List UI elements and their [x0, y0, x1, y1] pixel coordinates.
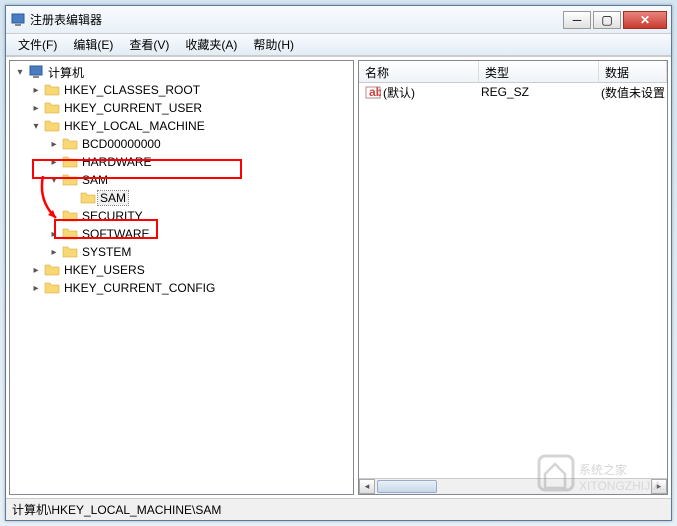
tree-panel[interactable]: ▾ 计算机 ▸ HKEY_CLASSES_ROOT ▸ HKEY_CURRENT… [9, 60, 354, 495]
folder-icon [44, 118, 60, 134]
node-label: HKEY_LOCAL_MACHINE [62, 119, 207, 133]
status-path: 计算机\HKEY_LOCAL_MACHINE\SAM [12, 501, 221, 518]
folder-icon [80, 190, 96, 206]
tree-node-hklm[interactable]: ▾ HKEY_LOCAL_MACHINE [28, 117, 353, 135]
expander-icon[interactable]: ▾ [28, 118, 44, 134]
node-label: HKEY_USERS [62, 263, 147, 277]
node-label: HKEY_CURRENT_CONFIG [62, 281, 217, 295]
node-label: HARDWARE [80, 155, 154, 169]
folder-icon [62, 154, 78, 170]
expander-icon[interactable]: ▾ [46, 172, 62, 188]
expander-icon[interactable]: ▸ [28, 262, 44, 278]
content-area: ▾ 计算机 ▸ HKEY_CLASSES_ROOT ▸ HKEY_CURRENT… [6, 56, 671, 498]
value-name-cell: (默认) [363, 84, 479, 101]
tree-node-hkcc[interactable]: ▸ HKEY_CURRENT_CONFIG [28, 279, 353, 297]
tree-node-hkcr[interactable]: ▸ HKEY_CLASSES_ROOT [28, 81, 353, 99]
node-label: SAM [80, 173, 110, 187]
menu-view[interactable]: 查看(V) [121, 34, 177, 55]
folder-icon [44, 262, 60, 278]
value-list-panel: 名称 类型 数据 (默认) REG_SZ (数值未设置 ◂ [358, 60, 668, 495]
node-label: 计算机 [46, 64, 86, 81]
node-label: HKEY_CLASSES_ROOT [62, 83, 202, 97]
menu-favorites[interactable]: 收藏夹(A) [177, 34, 245, 55]
value-type: REG_SZ [479, 85, 599, 99]
expander-icon[interactable]: ▸ [46, 244, 62, 260]
node-label: HKEY_CURRENT_USER [62, 101, 204, 115]
maximize-button[interactable]: ▢ [593, 11, 621, 29]
expander-icon[interactable]: ▸ [46, 226, 62, 242]
node-label: SECURITY [80, 209, 145, 223]
tree-node-security[interactable]: ▸ SECURITY [46, 207, 353, 225]
window-controls: ─ ▢ ✕ [563, 11, 667, 29]
registry-editor-window: 注册表编辑器 ─ ▢ ✕ 文件(F) 编辑(E) 查看(V) 收藏夹(A) 帮助… [5, 5, 672, 521]
column-header-data[interactable]: 数据 [599, 61, 667, 82]
expander-icon[interactable]: ▸ [46, 154, 62, 170]
horizontal-scrollbar[interactable]: ◂ ▸ [359, 478, 667, 494]
folder-icon [62, 136, 78, 152]
list-header: 名称 类型 数据 [359, 61, 667, 83]
folder-icon [62, 244, 78, 260]
folder-icon [44, 100, 60, 116]
scroll-track[interactable] [375, 479, 651, 494]
scroll-right-button[interactable]: ▸ [651, 479, 667, 494]
tree-node-bcd[interactable]: ▸ BCD00000000 [46, 135, 353, 153]
tree-node-hardware[interactable]: ▸ HARDWARE [46, 153, 353, 171]
value-name: (默认) [383, 84, 415, 101]
list-body[interactable]: (默认) REG_SZ (数值未设置 [359, 83, 667, 478]
folder-icon [62, 226, 78, 242]
window-title: 注册表编辑器 [30, 11, 563, 28]
node-label: SAM [98, 191, 128, 205]
minimize-button[interactable]: ─ [563, 11, 591, 29]
scroll-left-button[interactable]: ◂ [359, 479, 375, 494]
string-value-icon [365, 84, 381, 100]
tree-node-software[interactable]: ▸ SOFTWARE [46, 225, 353, 243]
menu-edit[interactable]: 编辑(E) [65, 34, 121, 55]
tree-node-sam-child[interactable]: ▸ SAM [64, 189, 353, 207]
value-data: (数值未设置 [599, 84, 667, 101]
folder-icon [44, 82, 60, 98]
column-header-name[interactable]: 名称 [359, 61, 479, 82]
tree-node-sam[interactable]: ▾ SAM [46, 171, 353, 189]
expander-icon[interactable]: ▸ [28, 82, 44, 98]
folder-icon [62, 172, 78, 188]
scroll-thumb[interactable] [377, 480, 437, 493]
folder-icon [62, 208, 78, 224]
list-row[interactable]: (默认) REG_SZ (数值未设置 [359, 83, 667, 101]
menu-bar: 文件(F) 编辑(E) 查看(V) 收藏夹(A) 帮助(H) [6, 34, 671, 56]
node-label: SOFTWARE [80, 227, 152, 241]
app-icon [10, 12, 26, 28]
expander-icon[interactable]: ▾ [12, 64, 28, 80]
expander-icon[interactable]: ▸ [46, 136, 62, 152]
expander-icon[interactable]: ▸ [28, 280, 44, 296]
status-bar: 计算机\HKEY_LOCAL_MACHINE\SAM [6, 498, 671, 520]
close-button[interactable]: ✕ [623, 11, 667, 29]
computer-icon [28, 64, 44, 80]
tree-node-hkcu[interactable]: ▸ HKEY_CURRENT_USER [28, 99, 353, 117]
column-header-type[interactable]: 类型 [479, 61, 599, 82]
title-bar[interactable]: 注册表编辑器 ─ ▢ ✕ [6, 6, 671, 34]
tree-node-system[interactable]: ▸ SYSTEM [46, 243, 353, 261]
node-label: SYSTEM [80, 245, 133, 259]
node-label: BCD00000000 [80, 137, 163, 151]
tree-node-hku[interactable]: ▸ HKEY_USERS [28, 261, 353, 279]
folder-icon [44, 280, 60, 296]
menu-help[interactable]: 帮助(H) [245, 34, 302, 55]
expander-icon[interactable]: ▸ [28, 100, 44, 116]
tree-node-computer[interactable]: ▾ 计算机 [10, 63, 353, 81]
menu-file[interactable]: 文件(F) [10, 34, 65, 55]
